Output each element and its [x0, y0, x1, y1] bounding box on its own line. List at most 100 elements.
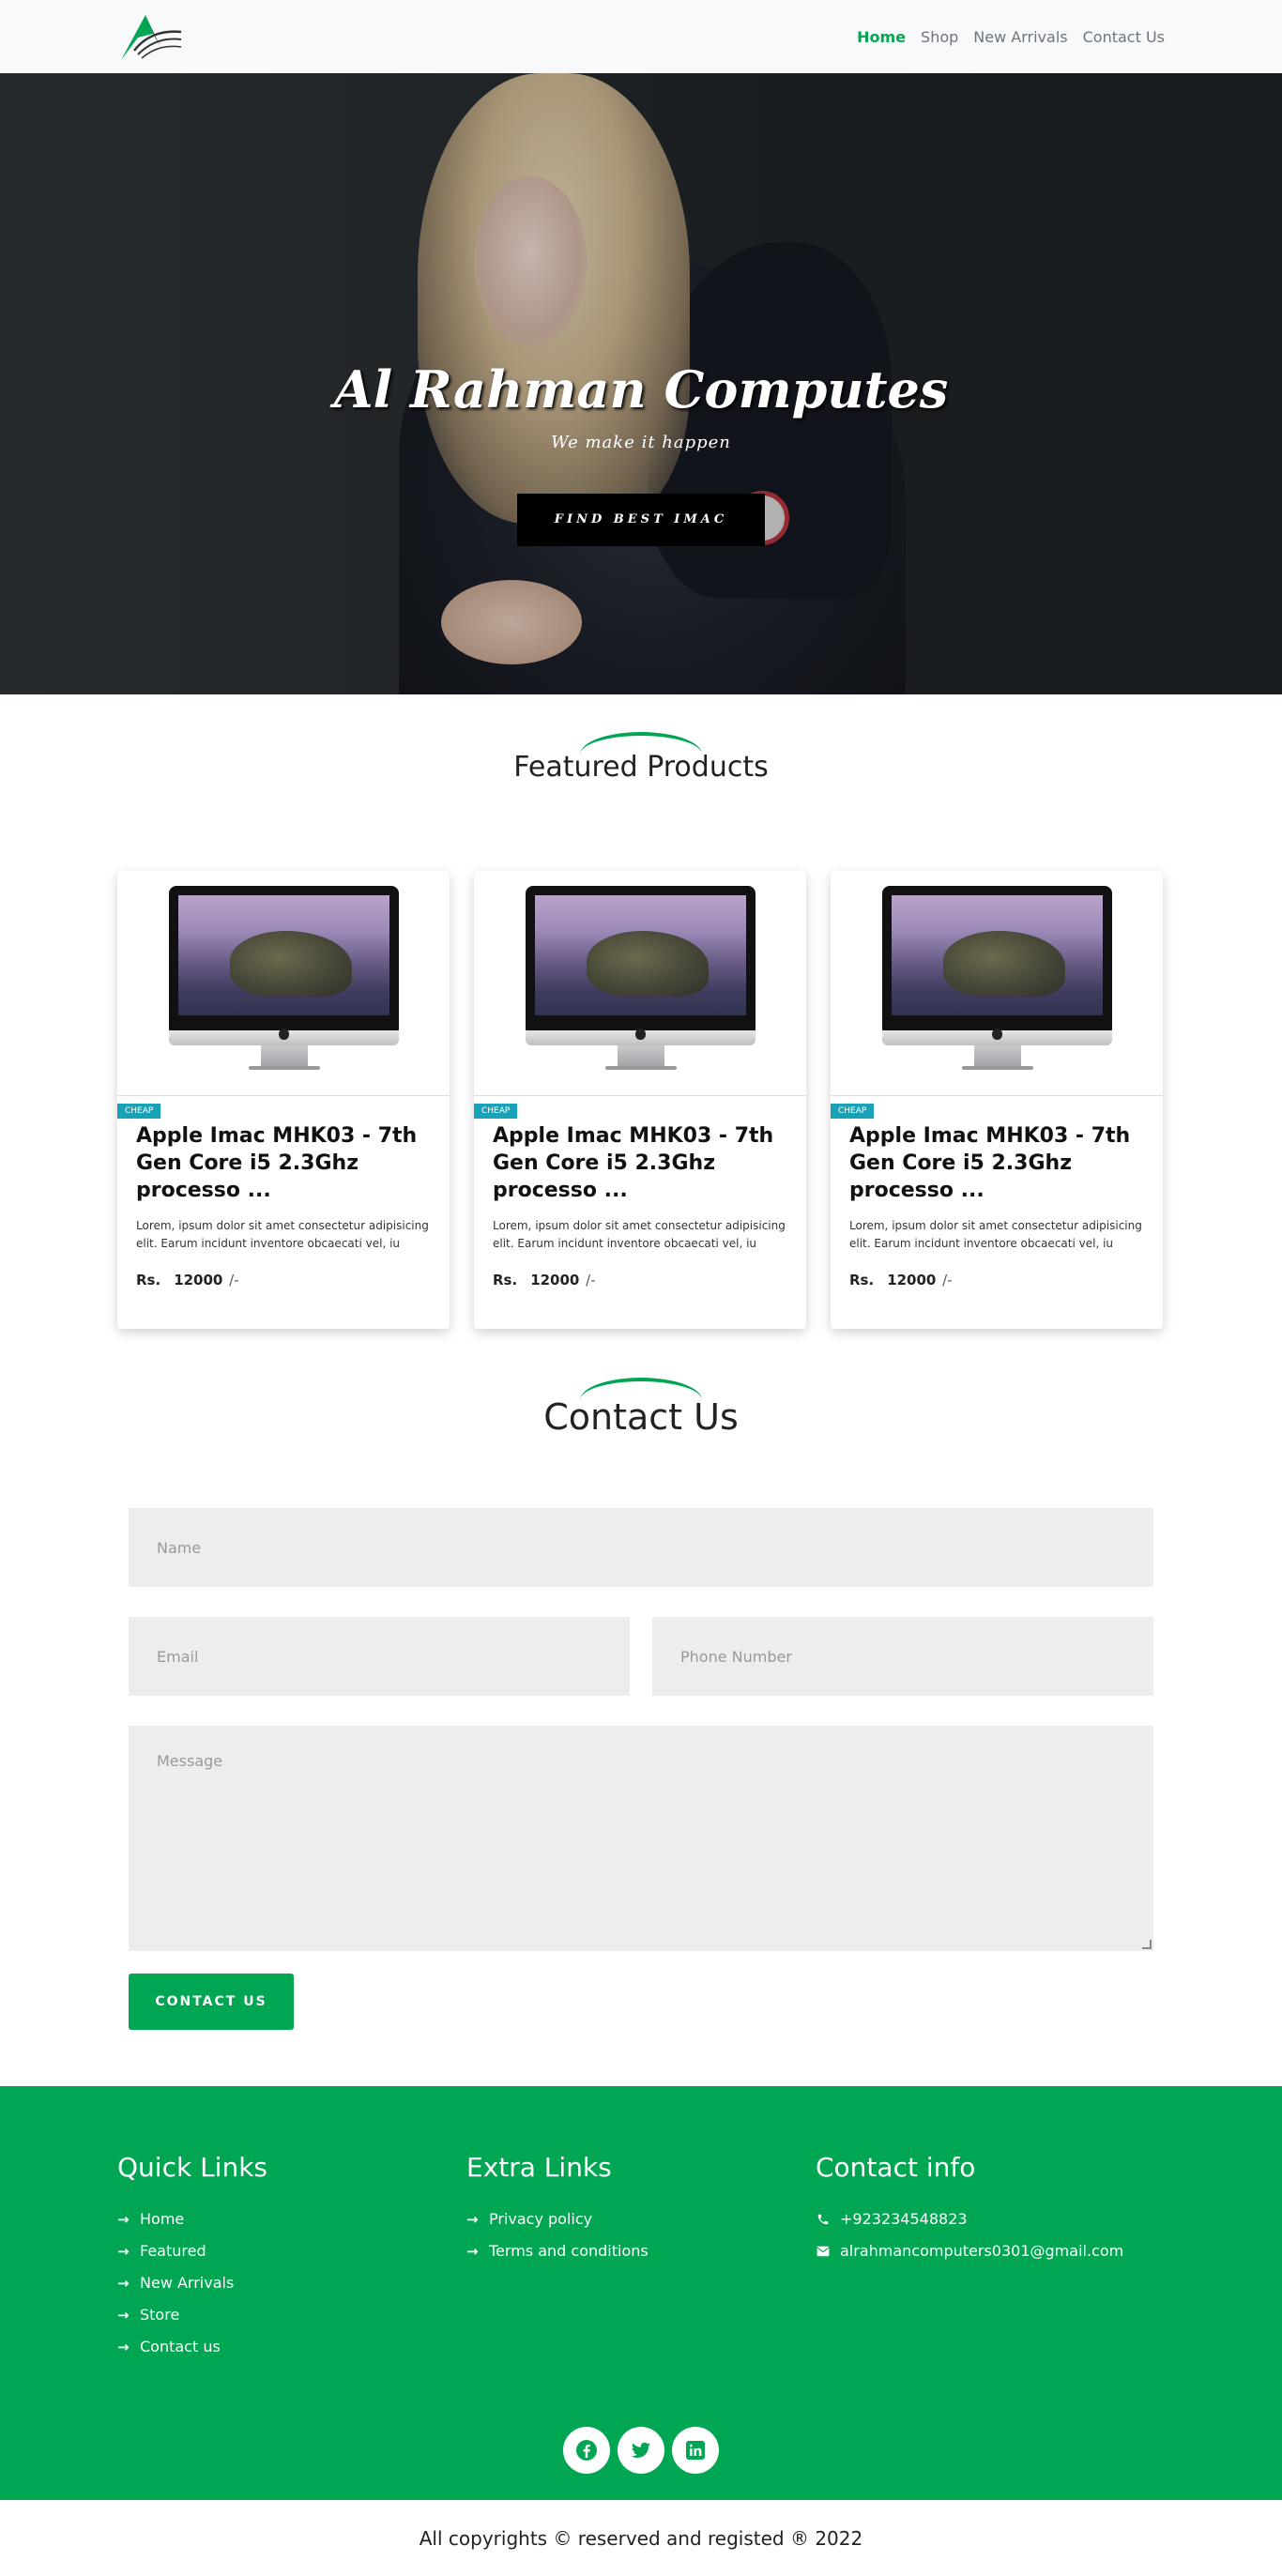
featured-heading: Featured Products: [513, 751, 769, 784]
nav-links: Home Shop New Arrivals Contact Us: [857, 28, 1165, 46]
email-field[interactable]: Email: [129, 1617, 630, 1696]
nav-link-shop[interactable]: Shop: [921, 28, 958, 46]
footer-link-privacy-policy[interactable]: → Privacy policy: [466, 2203, 816, 2235]
arrow-right-icon: →: [117, 2275, 130, 2292]
arrow-right-icon: →: [117, 2307, 130, 2324]
product-image[interactable]: [831, 871, 1163, 1096]
nav-link-contact-us[interactable]: Contact Us: [1083, 28, 1165, 46]
product-image[interactable]: [474, 871, 806, 1096]
hero-content: Al Rahman Computes We make it happen FIN…: [0, 359, 1282, 546]
name-field[interactable]: Name: [129, 1508, 1153, 1587]
product-cards: CHEAP Apple Imac MHK03 - 7th Gen Core i5…: [0, 835, 1282, 1329]
product-title[interactable]: Apple Imac MHK03 - 7th Gen Core i5 2.3Gh…: [493, 1122, 787, 1204]
email-address: alrahmancomputers0301@gmail.com: [840, 2242, 1124, 2260]
product-title[interactable]: Apple Imac MHK03 - 7th Gen Core i5 2.3Gh…: [849, 1122, 1144, 1204]
footer-link-new-arrivals[interactable]: → New Arrivals: [117, 2267, 466, 2299]
hero-banner: Al Rahman Computes We make it happen FIN…: [0, 73, 1282, 694]
product-badge: CHEAP: [474, 1104, 518, 1119]
contact-form: Name Email Phone Number Message CONTACT …: [0, 1438, 1282, 2030]
product-price: Rs. 12000 /-: [849, 1272, 1144, 1288]
arrow-right-icon: →: [466, 2243, 479, 2260]
footer-link-label: Featured: [140, 2242, 206, 2260]
price-label: Rs.: [849, 1272, 875, 1288]
footer-link-label: Home: [140, 2210, 185, 2228]
price-value: 12000: [174, 1272, 223, 1288]
footer-columns: Quick Links → Home → Featured → New Arrival…: [117, 2152, 1165, 2363]
imac-image: [526, 886, 755, 1070]
footer-link-contact-us[interactable]: → Contact us: [117, 2331, 466, 2363]
product-card-body: Apple Imac MHK03 - 7th Gen Core i5 2.3Gh…: [849, 1122, 1144, 1288]
social-links: [0, 2427, 1282, 2474]
price-suffix: /-: [942, 1272, 953, 1288]
top-navbar: Home Shop New Arrivals Contact Us: [0, 0, 1282, 73]
footer-link-label: New Arrivals: [140, 2274, 235, 2292]
nav-link-home[interactable]: Home: [857, 28, 906, 46]
price-value: 12000: [530, 1272, 580, 1288]
product-title[interactable]: Apple Imac MHK03 - 7th Gen Core i5 2.3Gh…: [136, 1122, 431, 1204]
product-image[interactable]: [117, 871, 450, 1096]
hero-title: Al Rahman Computes: [333, 359, 949, 419]
product-description: Lorem, ipsum dolor sit amet consectetur …: [136, 1219, 429, 1250]
imac-image: [882, 886, 1112, 1070]
quick-links-column: Quick Links → Home → Featured → New Arrival…: [117, 2152, 466, 2363]
product-price: Rs. 12000 /-: [493, 1272, 787, 1288]
contact-info-heading: Contact info: [816, 2152, 976, 2183]
product-price: Rs. 12000 /-: [136, 1272, 431, 1288]
email-phone-row: Email Phone Number: [129, 1617, 1153, 1696]
arrow-right-icon: →: [117, 2339, 130, 2355]
price-label: Rs.: [136, 1272, 161, 1288]
footer-link-label: Terms and conditions: [489, 2242, 649, 2260]
resize-handle-icon[interactable]: [1142, 1940, 1152, 1949]
footer-phone[interactable]: +923234548823: [816, 2203, 1165, 2235]
footer-link-home[interactable]: → Home: [117, 2203, 466, 2235]
extra-links-heading: Extra Links: [466, 2152, 612, 2183]
find-best-imac-button[interactable]: FIND BEST IMAC: [517, 494, 765, 546]
linkedin-icon[interactable]: [672, 2427, 719, 2474]
apple-logo-icon: [635, 1029, 646, 1040]
price-suffix: /-: [586, 1272, 596, 1288]
site-footer: Quick Links → Home → Featured → New Arrival…: [0, 2086, 1282, 2500]
product-card[interactable]: CHEAP Apple Imac MHK03 - 7th Gen Core i5…: [831, 871, 1163, 1329]
footer-link-label: Privacy policy: [489, 2210, 593, 2228]
product-card-body: Apple Imac MHK03 - 7th Gen Core i5 2.3Gh…: [493, 1122, 787, 1288]
imac-image: [169, 886, 399, 1070]
hero-subtitle: We make it happen: [551, 433, 731, 452]
apple-logo-icon: [992, 1029, 1002, 1040]
product-description: Lorem, ipsum dolor sit amet consectetur …: [849, 1219, 1142, 1250]
apple-logo-icon: [279, 1029, 289, 1040]
contact-info-column: Contact info +923234548823 alrahmancompu…: [816, 2152, 1165, 2363]
featured-heading-block: Featured Products: [0, 732, 1282, 835]
extra-links-column: Extra Links → Privacy policy → Terms and c…: [466, 2152, 816, 2363]
product-badge: CHEAP: [831, 1104, 875, 1119]
phone-number: +923234548823: [840, 2210, 968, 2228]
arrow-right-icon: →: [466, 2211, 479, 2228]
arrow-right-icon: →: [117, 2243, 130, 2260]
copyright-text: All copyrights © reserved and registed ®…: [419, 2526, 863, 2550]
envelope-icon: [816, 2244, 831, 2259]
footer-link-terms[interactable]: → Terms and conditions: [466, 2235, 816, 2267]
product-card[interactable]: CHEAP Apple Imac MHK03 - 7th Gen Core i5…: [117, 871, 450, 1329]
product-badge: CHEAP: [117, 1104, 161, 1119]
footer-link-label: Contact us: [140, 2338, 221, 2355]
footer-email[interactable]: alrahmancomputers0301@gmail.com: [816, 2235, 1165, 2267]
price-suffix: /-: [229, 1272, 239, 1288]
contact-section: Contact Us Name Email Phone Number Messa…: [0, 1329, 1282, 2030]
product-description: Lorem, ipsum dolor sit amet consectetur …: [493, 1219, 786, 1250]
arrow-right-icon: →: [117, 2211, 130, 2228]
footer-link-featured[interactable]: → Featured: [117, 2235, 466, 2267]
nav-link-new-arrivals[interactable]: New Arrivals: [973, 28, 1067, 46]
product-card[interactable]: CHEAP Apple Imac MHK03 - 7th Gen Core i5…: [474, 871, 806, 1329]
contact-us-submit-button[interactable]: CONTACT US: [129, 1974, 294, 2030]
quick-links-heading: Quick Links: [117, 2152, 268, 2183]
price-label: Rs.: [493, 1272, 518, 1288]
brand-logo-a-icon[interactable]: [117, 9, 183, 64]
facebook-icon[interactable]: [563, 2427, 610, 2474]
phone-number-field[interactable]: Phone Number: [652, 1617, 1153, 1696]
footer-link-label: Store: [140, 2306, 180, 2324]
message-textarea[interactable]: Message: [129, 1726, 1153, 1951]
featured-products-section: Featured Products CHEAP Apple Imac MHK03…: [0, 694, 1282, 1329]
phone-icon: [816, 2212, 831, 2227]
footer-link-store[interactable]: → Store: [117, 2299, 466, 2331]
twitter-icon[interactable]: [618, 2427, 664, 2474]
contact-heading: Contact Us: [543, 1396, 739, 1438]
